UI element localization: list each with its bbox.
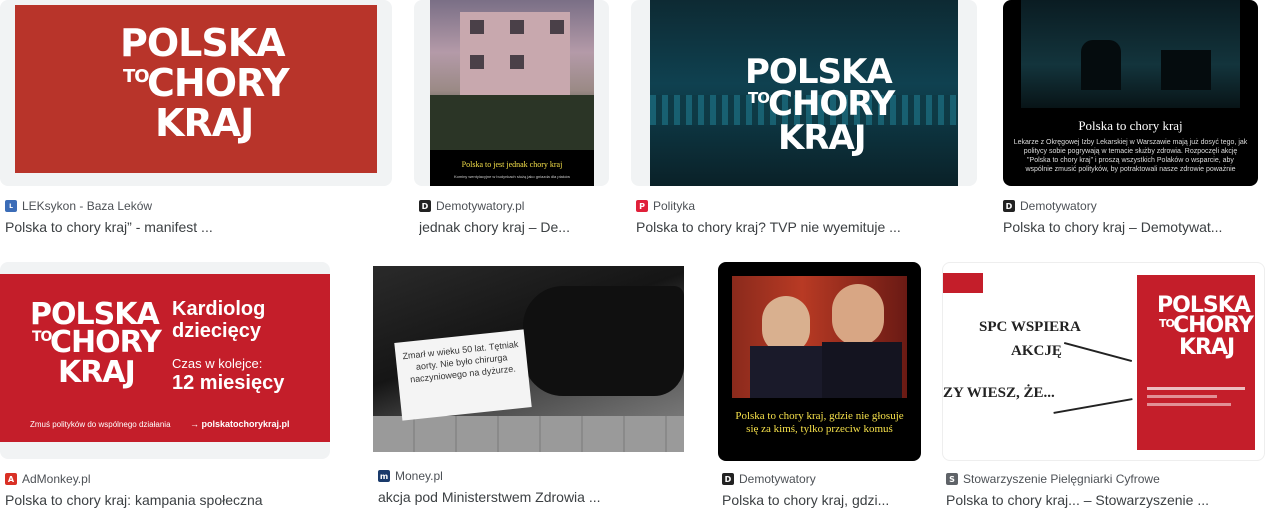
- result-title[interactable]: Polska to chory kraj – Demotywat...: [1003, 219, 1263, 235]
- campaign-banner: Polska to chory kraj Kardiolog dziecięcy…: [0, 274, 330, 442]
- result-source[interactable]: A AdMonkey.pl: [5, 472, 90, 486]
- result-source[interactable]: m Money.pl: [378, 469, 443, 483]
- result-source[interactable]: D Demotywatory: [1003, 199, 1097, 213]
- source-label: Demotywatory: [1020, 199, 1097, 213]
- graffiti-word: Polska: [745, 52, 893, 92]
- demotivator-subcaption: Lekarze z Okręgowej Izby Lekarskiej w Wa…: [1013, 139, 1248, 173]
- source-label: LEKsykon - Baza Leków: [22, 199, 153, 213]
- graffiti-word: kraj: [778, 118, 866, 158]
- banner-wait-label: Czas w kolejce:: [172, 356, 263, 371]
- result-thumbnail[interactable]: Polska to chory kraj: [631, 0, 977, 186]
- graffiti-word: chory: [50, 325, 162, 360]
- image-results-grid: Polska to chory kraj L LEKsykon - Baza L…: [0, 0, 1272, 512]
- source-label: AdMonkey.pl: [22, 472, 91, 486]
- graffiti-word: to: [123, 66, 150, 87]
- result-title[interactable]: Polska to chory kraj... – Stowarzyszenie…: [946, 492, 1266, 508]
- graffiti-word: to: [32, 329, 52, 345]
- banner-footer: Zmuś polityków do wspólnego działania: [30, 420, 171, 429]
- result-source[interactable]: L LEKsykon - Baza Leków: [5, 199, 152, 213]
- result-thumbnail[interactable]: Zmarł w wieku 50 lat. Tętniak aorty. Nie…: [373, 266, 684, 452]
- spc-line: SPC WSPIERA: [979, 319, 1081, 335]
- heartbeat-icon: [943, 273, 983, 293]
- result-thumbnail[interactable]: Polska to jest jednak chory kraj Kominy …: [414, 0, 609, 186]
- source-label: Stowarzyszenie Pielęgniarki Cyfrowe: [963, 472, 1160, 486]
- source-label: Demotywatory.pl: [436, 199, 525, 213]
- graffiti-word: to: [748, 89, 770, 107]
- arrow-icon: [1053, 398, 1133, 414]
- graffiti-word: to: [1159, 317, 1175, 330]
- source-label: Polityka: [653, 199, 696, 213]
- building-photo: [430, 0, 594, 150]
- result-source[interactable]: D Demotywatory: [722, 472, 816, 486]
- campaign-poster: Polska to chory kraj: [1137, 275, 1255, 450]
- source-label: Demotywatory: [739, 472, 816, 486]
- spc-line: ZY WIESZ, ŻE...: [943, 385, 1055, 401]
- result-thumbnail[interactable]: Polska to chory kraj: [0, 0, 392, 186]
- graffiti-word: Polska: [30, 297, 160, 332]
- result-title[interactable]: akcja pod Ministerstwem Zdrowia ...: [378, 489, 678, 505]
- source-label: Money.pl: [395, 469, 443, 483]
- banner-heading: Kardiolog dziecięcy: [172, 298, 266, 342]
- admonkey-favicon-icon: A: [5, 473, 17, 485]
- graffiti-word: chory: [147, 61, 290, 105]
- spc-line: AKCJĘ: [1011, 343, 1062, 359]
- result-title[interactable]: jednak chory kraj – De...: [419, 219, 609, 235]
- result-thumbnail[interactable]: SPC WSPIERA AKCJĘ ZY WIESZ, ŻE... Polska…: [942, 262, 1265, 461]
- banner-url: → polskatochorykraj.pl: [190, 419, 290, 429]
- graffiti-word: kraj: [155, 101, 254, 145]
- leksykon-favicon-icon: L: [5, 200, 17, 212]
- graffiti-word: kraj: [58, 355, 136, 390]
- result-thumbnail[interactable]: Polska to chory kraj Kardiolog dziecięcy…: [0, 262, 330, 459]
- banner-wait-value: 12 miesięcy: [172, 372, 285, 394]
- film-still: Polska to chory kraj: [650, 0, 958, 186]
- demotivator-caption: Polska to chory kraj, gdzie nie głosuje …: [735, 410, 904, 435]
- result-title[interactable]: Polska to chory kraj” - manifest ...: [5, 219, 385, 235]
- polityka-favicon-icon: P: [636, 200, 648, 212]
- demotivator-subcaption: Kominy wentylacyjne w budynkach służą ja…: [453, 174, 571, 179]
- result-title[interactable]: Polska to chory kraj, gdzi...: [722, 492, 922, 508]
- demotywatory-favicon-icon: D: [419, 200, 431, 212]
- result-source[interactable]: S Stowarzyszenie Pielęgniarki Cyfrowe: [946, 472, 1160, 486]
- graffiti-word: chory: [1173, 313, 1254, 338]
- film-still: [1021, 0, 1240, 108]
- demotivator-caption: Polska to chory kraj: [1078, 118, 1183, 133]
- protest-sign: Zmarł w wieku 50 lat. Tętniak aorty. Nie…: [394, 329, 532, 421]
- result-source[interactable]: P Polityka: [636, 199, 695, 213]
- money-favicon-icon: m: [378, 470, 390, 482]
- spc-favicon-icon: S: [946, 473, 958, 485]
- result-title[interactable]: Polska to chory kraj: kampania społeczna: [5, 492, 335, 508]
- politicians-photo: [732, 276, 907, 398]
- demotivator-frame: Polska to jest jednak chory kraj Kominy …: [430, 0, 594, 186]
- demotywatory-favicon-icon: D: [1003, 200, 1015, 212]
- graffiti-word: kraj: [1179, 335, 1235, 360]
- result-source[interactable]: D Demotywatory.pl: [419, 199, 524, 213]
- demotywatory-favicon-icon: D: [722, 473, 734, 485]
- demotivator-caption: Polska to jest jednak chory kraj: [461, 160, 563, 169]
- campaign-graphic: Polska to chory kraj: [15, 5, 377, 173]
- graffiti-word: chory: [768, 84, 895, 124]
- graffiti-word: Polska: [120, 21, 286, 65]
- result-title[interactable]: Polska to chory kraj? TVP nie wyemituje …: [636, 219, 976, 235]
- result-thumbnail[interactable]: Polska to chory kraj Lekarze z Okręgowej…: [1003, 0, 1258, 186]
- arrow-icon: [1063, 341, 1133, 363]
- result-thumbnail[interactable]: Polska to chory kraj, gdzie nie głosuje …: [718, 262, 921, 461]
